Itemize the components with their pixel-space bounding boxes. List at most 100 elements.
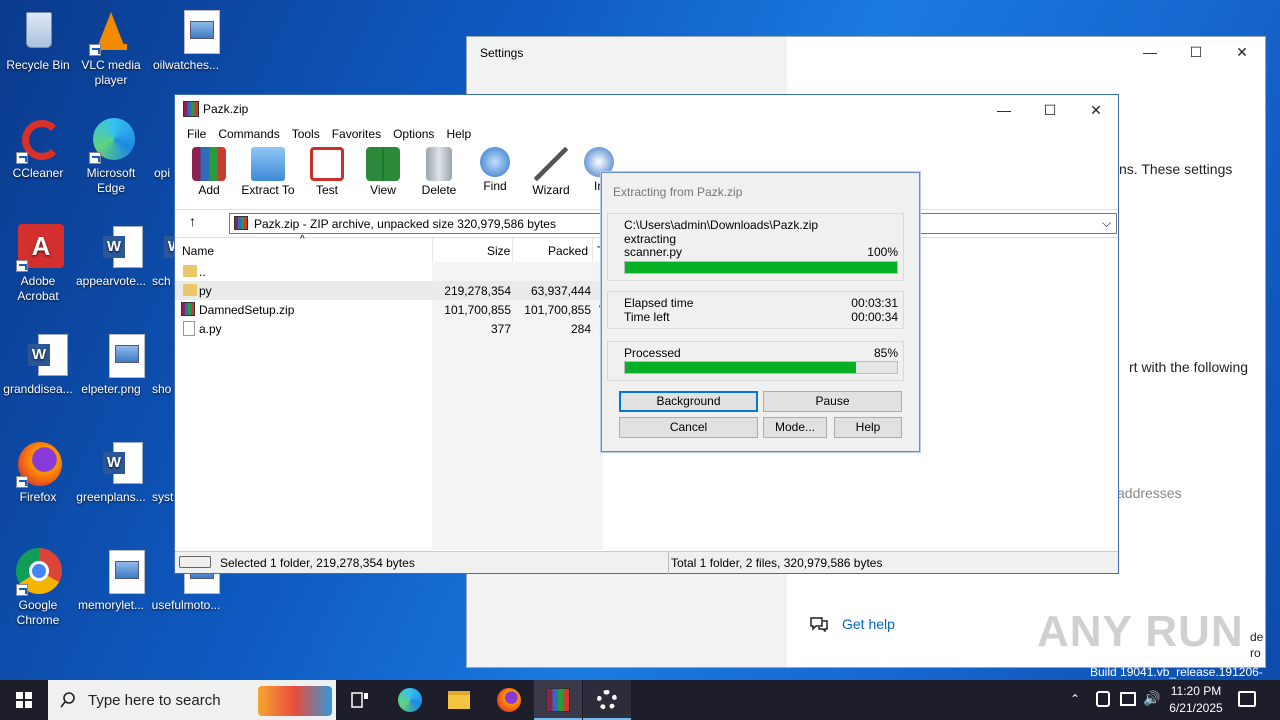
delete-button[interactable]: Delete xyxy=(411,145,467,203)
desktop-icon-label: Microsoft Edge xyxy=(86,166,136,195)
maximize-button[interactable]: ☐ xyxy=(1027,95,1073,125)
test-button[interactable]: Test xyxy=(299,145,355,203)
menu-tools[interactable]: Tools xyxy=(286,123,326,145)
view-button[interactable]: View xyxy=(355,145,411,203)
settings-text: addresses xyxy=(1117,485,1182,501)
notification-icon[interactable] xyxy=(1238,691,1256,707)
edge-icon xyxy=(398,688,422,712)
volume-icon[interactable]: 🔊 xyxy=(1143,690,1160,707)
chevron-up-icon[interactable]: ⌃ xyxy=(1070,692,1080,706)
image-file-icon xyxy=(162,8,220,56)
desktop-icon-ccleaner[interactable]: CCleaner xyxy=(0,116,76,181)
desktop-icon-firefox[interactable]: Firefox xyxy=(0,440,76,505)
taskbar-settings[interactable] xyxy=(583,680,631,720)
minimize-button[interactable]: — xyxy=(981,95,1027,125)
desktop-icon-label: greenplans... xyxy=(76,490,146,504)
desktop-icon-label: granddisea... xyxy=(3,382,73,396)
clock-date: 6/21/2025 xyxy=(1169,701,1223,715)
zip-icon xyxy=(181,302,195,316)
address-text: Pazk.zip - ZIP archive, unpacked size 32… xyxy=(254,217,556,231)
zip-icon xyxy=(234,216,248,230)
desktop-icon-granddisea[interactable]: W granddisea... xyxy=(0,332,76,397)
close-button[interactable]: ✕ xyxy=(1073,95,1119,125)
file-progress-bar xyxy=(624,261,898,274)
elapsed-value: 00:03:31 xyxy=(851,296,898,310)
desktop-icon-vlc[interactable]: VLC media player xyxy=(73,8,149,88)
desktop-icon-appearvote[interactable]: W appearvote... xyxy=(73,224,149,289)
desktop-icon-label: VLC media player xyxy=(81,58,141,87)
desktop-icon-acrobat[interactable]: A Adobe Acrobat xyxy=(0,224,76,304)
processed-progress-bar xyxy=(624,361,898,374)
taskbar-firefox[interactable] xyxy=(485,680,533,720)
firefox-icon xyxy=(14,440,62,488)
processed-progress-fill xyxy=(625,362,857,373)
close-button[interactable]: ✕ xyxy=(1219,37,1265,67)
chevron-down-icon[interactable]: ⌵ xyxy=(1102,216,1111,231)
task-view-icon xyxy=(351,692,368,708)
task-view-button[interactable] xyxy=(336,680,384,720)
taskbar-winrar[interactable] xyxy=(534,680,582,720)
menu-options[interactable]: Options xyxy=(387,123,440,145)
find-button[interactable]: Find xyxy=(467,145,523,203)
start-button[interactable] xyxy=(0,680,48,720)
get-help-link[interactable]: Get help xyxy=(842,616,895,632)
add-button[interactable]: Add xyxy=(181,145,237,203)
pause-button[interactable]: Pause xyxy=(763,391,902,412)
maximize-button[interactable]: ☐ xyxy=(1173,37,1219,67)
menu-help[interactable]: Help xyxy=(440,123,477,145)
desktop-icon-recycle-bin[interactable]: Recycle Bin xyxy=(0,8,76,73)
desktop-icon-memorylet[interactable]: memorylet... xyxy=(73,548,149,613)
list-item[interactable]: DamnedSetup.zip 101,700,855 101,700,855 … xyxy=(175,300,607,319)
settings-title: Settings xyxy=(480,46,524,60)
help-button[interactable]: Help xyxy=(834,417,902,438)
extract-to-button[interactable]: Extract To xyxy=(237,145,299,203)
desktop-icon-label: Google Chrome xyxy=(16,598,60,627)
acrobat-icon: A xyxy=(14,224,64,272)
taskbar-explorer[interactable] xyxy=(435,680,483,720)
vlc-icon xyxy=(87,8,135,56)
clock[interactable]: 11:20 PM 6/21/2025 xyxy=(1164,684,1228,715)
mode-button[interactable]: Mode... xyxy=(763,417,827,438)
processed-percent: 85% xyxy=(873,346,898,360)
test-icon xyxy=(310,147,344,181)
image-file-icon xyxy=(87,332,145,380)
book-icon xyxy=(366,147,400,181)
delete-label: Delete xyxy=(421,183,457,197)
magnifier-icon xyxy=(480,147,510,177)
network-icon[interactable] xyxy=(1120,692,1136,706)
word-doc-icon: W xyxy=(87,224,143,272)
search-placeholder: Type here to search xyxy=(88,692,221,709)
desktop-icon-label: Adobe Acrobat xyxy=(17,274,59,303)
time-left-label: Time left xyxy=(624,310,670,324)
settings-text: ns. These settings xyxy=(1119,161,1233,177)
file-percent: 100% xyxy=(867,245,898,259)
list-item-selected[interactable]: py 219,278,354 63,937,444 F xyxy=(175,281,606,300)
menu-favorites[interactable]: Favorites xyxy=(326,123,387,145)
extract-to-label: Extract To xyxy=(241,183,295,197)
cancel-button[interactable]: Cancel xyxy=(619,417,758,438)
image-file-icon xyxy=(87,548,145,596)
watermark: ANY RUN xyxy=(1037,607,1244,656)
minimize-button[interactable]: — xyxy=(1127,37,1173,67)
settings-text: rt with the following xyxy=(1129,359,1249,375)
desktop-icon-elpeter[interactable]: elpeter.png xyxy=(73,332,149,397)
taskbar-search[interactable]: Type here to search xyxy=(48,680,336,720)
background-button[interactable]: Background xyxy=(619,391,758,412)
desktop-icon-oilwatches[interactable]: oilwatches... xyxy=(148,8,224,73)
desktop-icon-chrome[interactable]: Google Chrome xyxy=(0,548,76,628)
winrar-titlebar[interactable]: Pazk.zip — ☐ ✕ xyxy=(175,95,1118,123)
desktop-icon-edge[interactable]: Microsoft Edge xyxy=(73,116,149,196)
firefox-icon xyxy=(497,688,521,712)
up-arrow-icon[interactable]: ↑ xyxy=(189,213,196,229)
test-label: Test xyxy=(315,183,338,197)
list-item[interactable]: .. F xyxy=(175,262,606,281)
menu-file[interactable]: File xyxy=(181,123,212,145)
edge-icon xyxy=(87,116,135,164)
desktop-icon-greenplans[interactable]: W greenplans... xyxy=(73,440,149,505)
wizard-button[interactable]: Wizard xyxy=(523,145,579,203)
taskbar-edge[interactable] xyxy=(386,680,434,720)
list-item[interactable]: a.py 377 284 F xyxy=(175,319,606,338)
current-file: scanner.py xyxy=(624,245,683,259)
menu-commands[interactable]: Commands xyxy=(212,123,285,145)
device-icon[interactable] xyxy=(1096,691,1110,707)
